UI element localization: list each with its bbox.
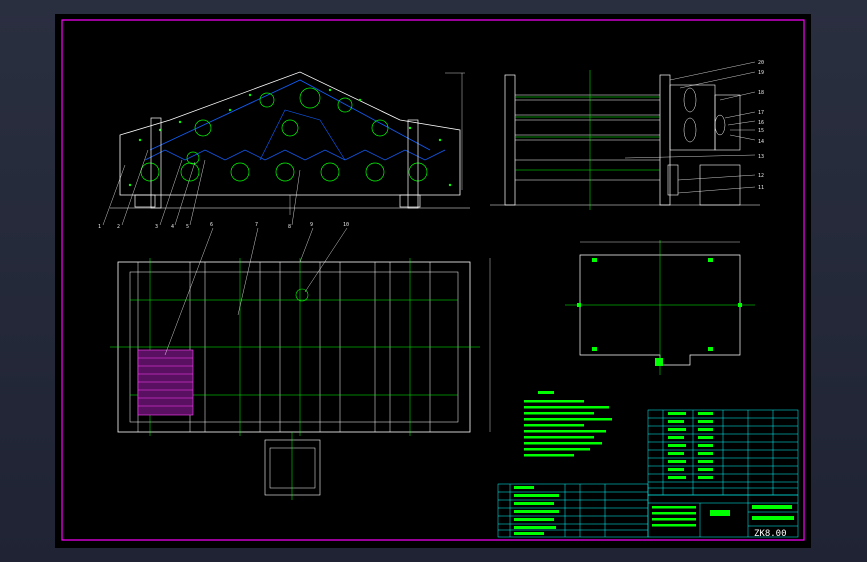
- part-label-12: 12: [758, 173, 764, 179]
- part-label-20: 20: [758, 60, 764, 66]
- part-label-8: 8: [288, 224, 291, 230]
- part-label-4: 4: [171, 224, 174, 230]
- technical-notes: [524, 391, 612, 457]
- part-label-3: 3: [155, 224, 158, 230]
- part-label-7: 7: [255, 222, 258, 228]
- detail-view: [565, 240, 755, 375]
- plan-view: [110, 227, 491, 500]
- part-label-17: 17: [758, 110, 764, 116]
- part-label-1: 1: [98, 224, 101, 230]
- part-label-14: 14: [758, 139, 764, 145]
- part-label-6: 6: [210, 222, 213, 228]
- side-view: [490, 61, 760, 210]
- part-label-19: 19: [758, 70, 764, 76]
- drawing-number: ZK8.00: [754, 529, 787, 539]
- part-label-9: 9: [310, 222, 313, 228]
- part-label-16: 16: [758, 120, 764, 126]
- part-label-15: 15: [758, 128, 764, 134]
- part-label-10: 10: [343, 222, 349, 228]
- side-view-labels: 20 19 18 17 16 15 14 13 12 11: [758, 60, 764, 191]
- drawing-border: [61, 19, 805, 541]
- part-label-2: 2: [117, 224, 120, 230]
- front-view-labels: 1 2 3 4 5 8: [98, 224, 291, 230]
- cad-drawing-canvas[interactable]: 1 2 3 4 5 8 20 19 18 17 16 15 14 13 12 1…: [0, 0, 867, 562]
- parts-list-cells: [668, 412, 713, 479]
- part-label-13: 13: [758, 154, 764, 160]
- part-label-5: 5: [186, 224, 189, 230]
- title-block-fill: [652, 505, 794, 527]
- part-label-11: 11: [758, 185, 764, 191]
- part-label-18: 18: [758, 90, 764, 96]
- revision-table-cells: [514, 486, 559, 535]
- front-view: [102, 71, 470, 226]
- cad-viewport[interactable]: 1 2 3 4 5 8 20 19 18 17 16 15 14 13 12 1…: [0, 0, 867, 562]
- plan-view-labels: 6 7 9 10: [210, 222, 349, 228]
